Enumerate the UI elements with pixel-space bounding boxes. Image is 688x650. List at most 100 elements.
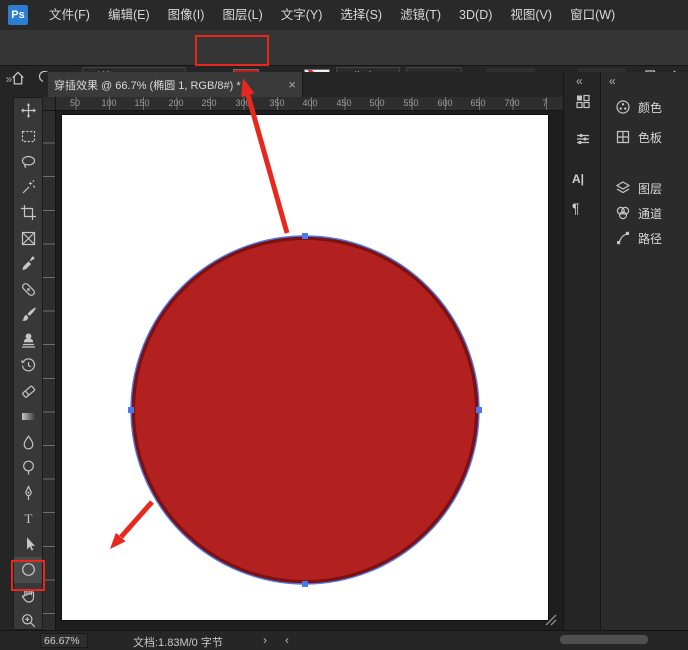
eraser-tool-icon: [20, 383, 37, 400]
ruler-number: 100: [101, 98, 116, 108]
layers-panel-icon: [615, 180, 631, 196]
brush-tool[interactable]: [14, 302, 42, 328]
ruler-number: 450: [336, 98, 351, 108]
frame-tool[interactable]: [14, 226, 42, 252]
crop-tool-icon: [20, 204, 37, 221]
ruler-number: 600: [437, 98, 452, 108]
ruler-number: 550: [403, 98, 418, 108]
type-tool[interactable]: T: [14, 506, 42, 532]
photoshop-window: Ps 文件(F) 编辑(E) 图像(I) 图层(L) 文字(Y) 选择(S) 滤…: [0, 0, 688, 650]
layers-panel-tab[interactable]: 图层: [601, 175, 688, 201]
blur-tool[interactable]: [14, 430, 42, 456]
panel-icon-rail: « A| ¶: [563, 72, 601, 630]
menu-3d[interactable]: 3D(D): [450, 0, 501, 30]
document-tab-bar: 穿插效果 @ 66.7% (椭圆 1, RGB/8#) * ×: [43, 72, 563, 97]
path-anchor-right[interactable]: [476, 407, 482, 413]
zoom-level-input[interactable]: 66.67%: [40, 633, 88, 648]
ruler-number: 7: [542, 98, 547, 108]
quick-selection-tool[interactable]: [14, 175, 42, 201]
menu-image[interactable]: 图像(I): [159, 0, 214, 30]
document-canvas[interactable]: [62, 115, 548, 620]
vertical-ruler: [43, 110, 56, 630]
ruler-number: 250: [201, 98, 216, 108]
channels-panel-tab[interactable]: 通道: [601, 200, 688, 226]
status-back-chevron-icon[interactable]: ‹: [285, 633, 289, 647]
healing-brush-tool-icon: [20, 281, 37, 298]
zoom-level-value: 66.67%: [44, 635, 80, 647]
paragraph-panel-button[interactable]: ¶: [572, 200, 580, 216]
pen-tool[interactable]: [14, 481, 42, 507]
path-anchor-bottom[interactable]: [302, 581, 308, 587]
lasso-tool[interactable]: [14, 149, 42, 175]
paths-panel-tab[interactable]: 路径: [601, 225, 688, 251]
ruler-number: 700: [504, 98, 519, 108]
character-panel-button[interactable]: A|: [572, 172, 584, 186]
separator: [31, 66, 32, 88]
zoom-tool[interactable]: [14, 608, 42, 630]
red-circle-shape[interactable]: [133, 238, 477, 582]
menu-window[interactable]: 窗口(W): [561, 0, 624, 30]
move-tool-icon: [20, 102, 37, 119]
marquee-tool-icon: [20, 128, 37, 145]
color-panel-tab[interactable]: 颜色: [601, 94, 688, 120]
swatches-panel-tab[interactable]: 色板: [601, 124, 688, 150]
frame-tool-icon: [20, 230, 37, 247]
menu-file[interactable]: 文件(F): [40, 0, 99, 30]
collapse-dock-button[interactable]: «: [609, 74, 616, 88]
zoom-tool-icon: [20, 612, 37, 629]
eyedropper-tool[interactable]: [14, 251, 42, 277]
gradient-tool-icon: [20, 408, 37, 425]
adjustments-panel-icon: [575, 93, 591, 109]
ruler-number: 650: [470, 98, 485, 108]
canvas-resize-grip-icon[interactable]: [541, 610, 557, 626]
eyedropper-tool-icon: [20, 255, 37, 272]
menu-select[interactable]: 选择(S): [331, 0, 391, 30]
move-tool[interactable]: [14, 98, 42, 124]
tab-close-icon[interactable]: ×: [282, 77, 296, 92]
history-brush-tool-icon: [20, 357, 37, 374]
dodge-tool[interactable]: [14, 455, 42, 481]
ruler-number: 350: [269, 98, 284, 108]
tools-panel: T: [13, 97, 43, 630]
clone-stamp-tool[interactable]: [14, 328, 42, 354]
brush-tool-icon: [20, 306, 37, 323]
healing-brush-tool[interactable]: [14, 277, 42, 303]
canvas-area[interactable]: 50 100 150 200 250 300 350 400 450 500 5…: [43, 97, 563, 630]
crop-tool[interactable]: [14, 200, 42, 226]
fill-highlight-box: [195, 35, 269, 66]
rectangular-marquee-tool[interactable]: [14, 124, 42, 150]
gradient-tool[interactable]: [14, 404, 42, 430]
menu-filter[interactable]: 滤镜(T): [391, 0, 450, 30]
menu-type[interactable]: 文字(Y): [272, 0, 332, 30]
menu-edit[interactable]: 编辑(E): [99, 0, 159, 30]
ellipse-tool-highlight-box: [11, 560, 45, 591]
adjustments-panel-button[interactable]: [574, 92, 592, 110]
menu-view[interactable]: 视图(V): [501, 0, 561, 30]
toolbar-expand-button[interactable]: »: [2, 72, 16, 90]
path-anchor-top[interactable]: [302, 233, 308, 239]
eraser-tool[interactable]: [14, 379, 42, 405]
path-anchor-left[interactable]: [128, 407, 134, 413]
blur-tool-icon: [20, 434, 37, 451]
pen-tool-icon: [20, 485, 37, 502]
status-popup-chevron-icon[interactable]: ›: [263, 633, 267, 647]
layers-panel-label: 图层: [638, 180, 662, 197]
history-brush-tool[interactable]: [14, 353, 42, 379]
collapse-panels-button[interactable]: «: [576, 74, 583, 88]
panel-dock: « 颜色 色板 图层 通道 路径: [600, 72, 688, 630]
ellipse-shape-layer[interactable]: [62, 115, 548, 620]
path-selection-tool[interactable]: [14, 532, 42, 558]
swatches-panel-label: 色板: [638, 129, 662, 146]
ruler-origin-corner: [43, 97, 56, 111]
ruler-number: 300: [235, 98, 250, 108]
path-selection-tool-icon: [20, 536, 37, 553]
lasso-tool-icon: [20, 153, 37, 170]
menu-layer[interactable]: 图层(L): [213, 0, 271, 30]
document-tab[interactable]: 穿插效果 @ 66.7% (椭圆 1, RGB/8#) * ×: [48, 72, 303, 97]
paths-panel-label: 路径: [638, 230, 662, 247]
properties-panel-button[interactable]: [574, 130, 592, 148]
ruler-number: 500: [369, 98, 384, 108]
ruler-number: 400: [302, 98, 317, 108]
photoshop-logo-icon: Ps: [8, 5, 28, 25]
horizontal-scrollbar-thumb[interactable]: [560, 635, 648, 644]
